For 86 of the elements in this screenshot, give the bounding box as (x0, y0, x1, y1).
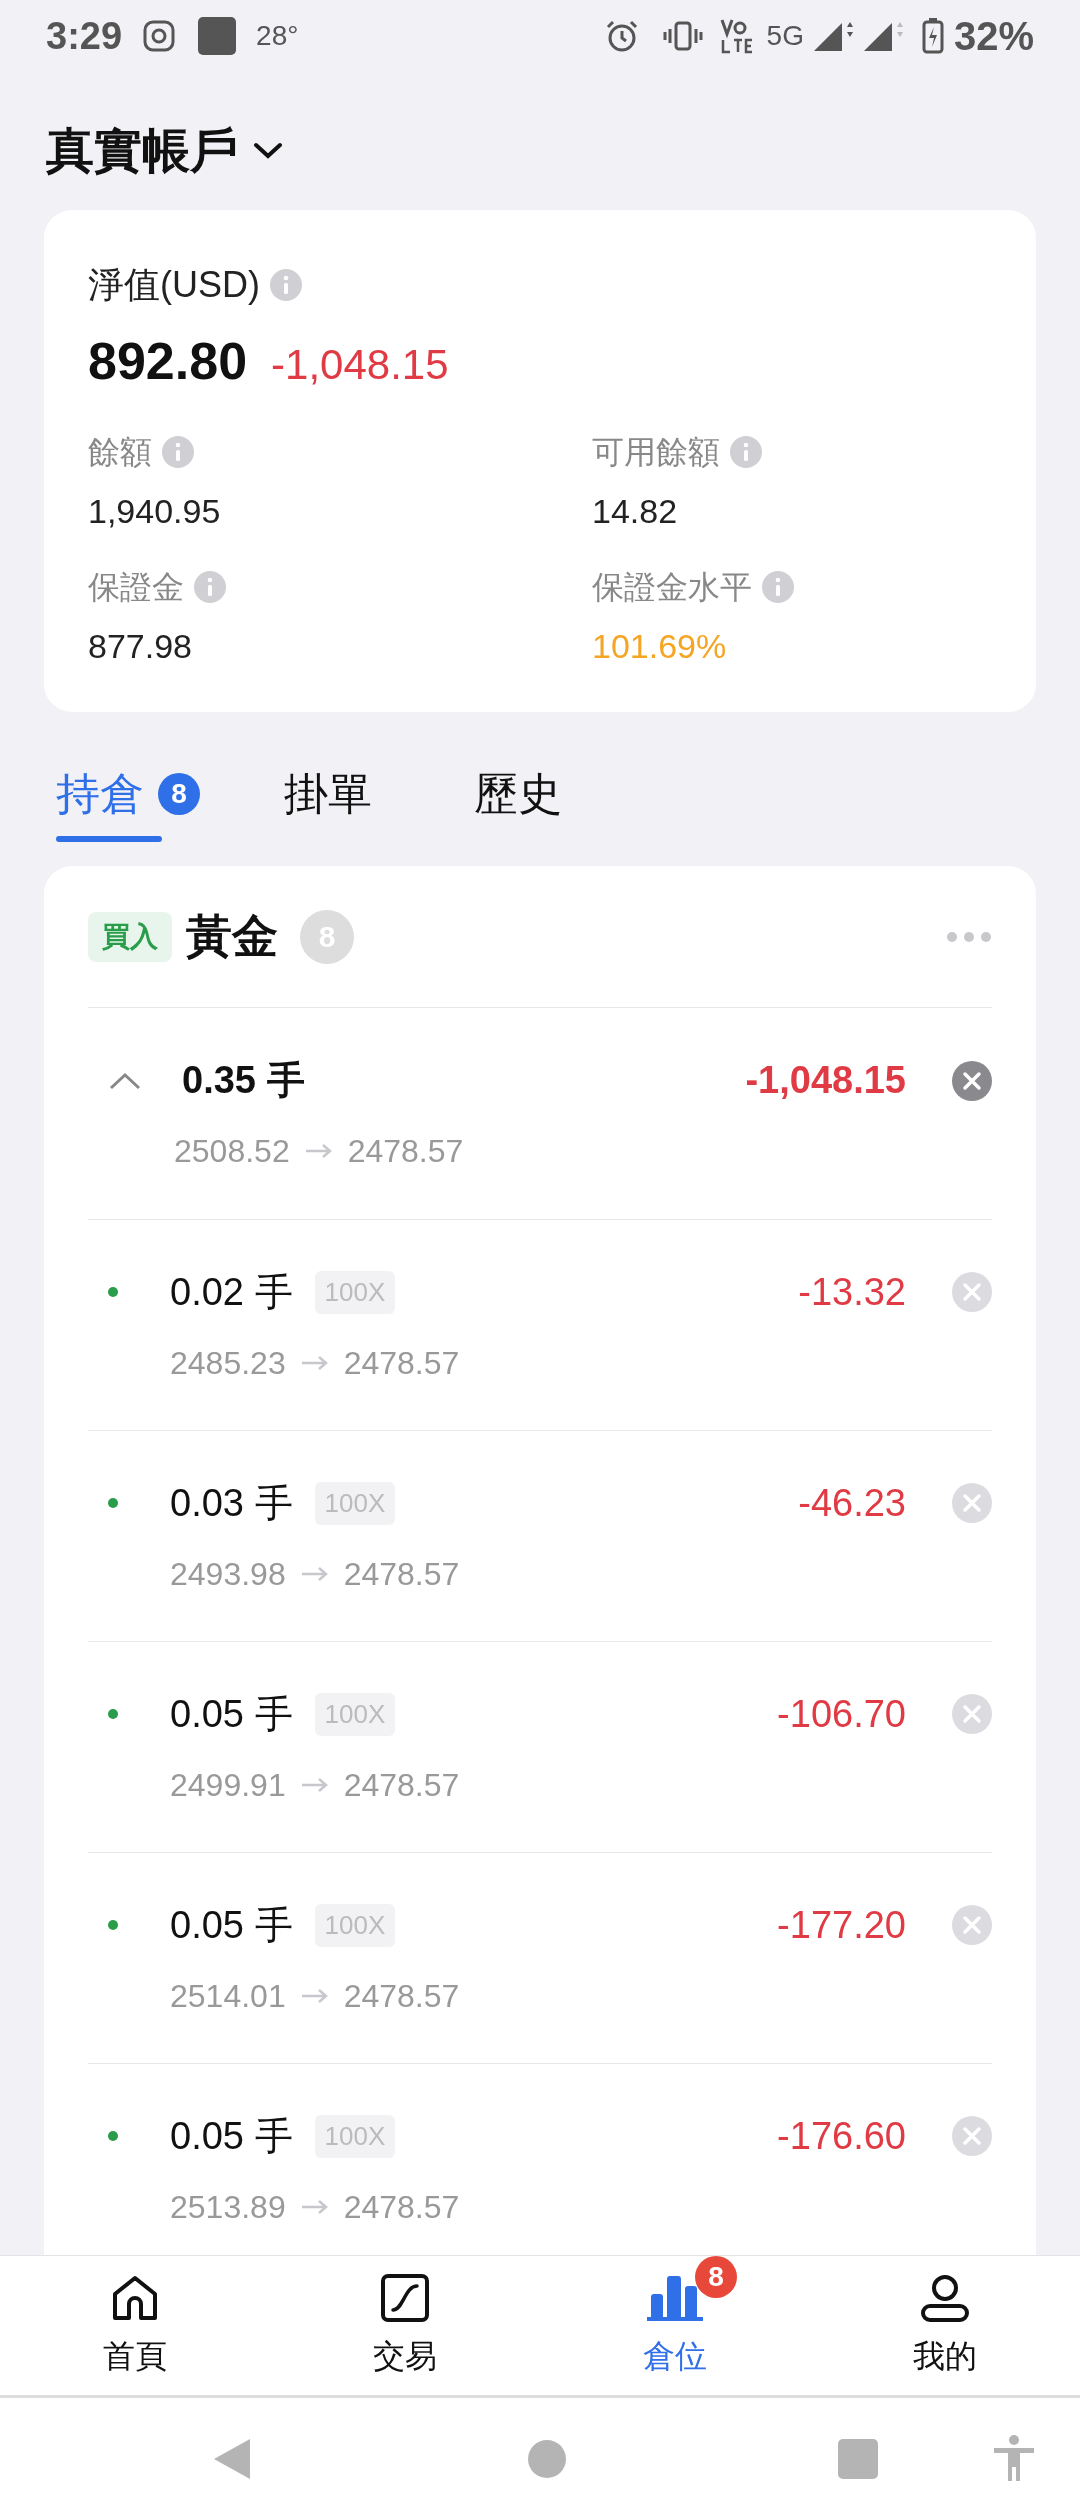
arrow-right-icon (299, 1776, 330, 1793)
open-price: 2493.98 (170, 1554, 286, 1594)
accessibility-icon[interactable] (992, 2435, 1036, 2483)
lot-size: 0.05 手 (170, 1691, 293, 1737)
pnl-value: -176.60 (777, 2113, 906, 2159)
info-icon[interactable] (730, 436, 762, 468)
info-icon[interactable] (162, 436, 194, 468)
info-icon[interactable] (270, 269, 302, 301)
arrow-right-icon (299, 2198, 330, 2215)
field-value: 877.98 (88, 626, 193, 667)
chart-icon (379, 2271, 431, 2324)
arrow-right-icon (303, 1143, 334, 1159)
equity-label: 淨值(USD) (88, 263, 260, 307)
open-price: 2499.91 (170, 1765, 286, 1805)
leverage-tag: 100X (314, 1692, 396, 1736)
lot-size: 0.35 手 (182, 1058, 305, 1103)
tab[interactable]: 歷史 (474, 764, 580, 852)
equity-value: 892.80 (88, 331, 248, 392)
alarm-icon (604, 19, 639, 53)
close-icon[interactable] (952, 2116, 992, 2156)
network-type: 5G (766, 19, 804, 53)
camera-icon (142, 19, 177, 53)
field-label: 保證金 (88, 568, 184, 607)
close-icon[interactable] (952, 1483, 992, 1523)
close-icon[interactable] (952, 1905, 992, 1945)
close-icon[interactable] (952, 1694, 992, 1734)
open-price: 2485.23 (170, 1343, 286, 1383)
arrow-right-icon (299, 1987, 330, 2004)
equity-pnl: -1,048.15 (271, 340, 449, 390)
square-icon (198, 17, 237, 55)
recents-button[interactable] (838, 2439, 878, 2479)
field-value: 14.82 (592, 491, 679, 532)
lot-size: 0.05 手 (170, 2113, 293, 2159)
pnl-value: -177.20 (777, 1902, 906, 1948)
current-price: 2478.57 (343, 1765, 460, 1805)
leverage-tag: 100X (314, 1270, 396, 1314)
chevron-down-icon[interactable] (252, 141, 284, 161)
home-button[interactable] (528, 2440, 566, 2478)
account-title: 真實帳戶 (46, 123, 238, 179)
current-price: 2478.57 (343, 1554, 460, 1594)
lot-size: 0.03 手 (170, 1480, 293, 1526)
symbol-name: 黃金 (186, 909, 278, 964)
field-label: 餘額 (88, 433, 152, 472)
leverage-tag: 100X (314, 1903, 396, 1947)
nav-badge: 8 (695, 2255, 737, 2298)
battery-percent: 32% (953, 13, 1034, 60)
open-price: 2508.52 (174, 1132, 290, 1171)
info-icon[interactable] (194, 571, 226, 603)
arrow-right-icon (299, 1565, 330, 1582)
tab[interactable]: 掛單 (284, 764, 390, 852)
current-price: 2478.57 (347, 1132, 464, 1171)
leverage-tag: 100X (314, 1481, 396, 1525)
field-value: 1,940.95 (88, 491, 222, 532)
field-label: 可用餘額 (592, 433, 720, 472)
leverage-tag: 100X (314, 2114, 396, 2158)
pnl-value: -1,048.15 (745, 1058, 906, 1103)
nav-item[interactable]: 8 倉位 (540, 2256, 810, 2395)
open-price: 2513.89 (170, 2187, 286, 2227)
pnl-value: -106.70 (777, 1691, 906, 1737)
lot-size: 0.02 手 (170, 1269, 293, 1315)
current-price: 2478.57 (343, 1976, 460, 2016)
field-value: 101.69% (592, 626, 728, 667)
chevron-up-icon[interactable] (108, 1070, 142, 1091)
status-temperature: 28° (256, 19, 299, 53)
close-icon[interactable] (952, 1060, 992, 1101)
more-icon[interactable] (946, 930, 992, 943)
nav-item[interactable]: 我的 (810, 2256, 1080, 2395)
back-icon[interactable] (212, 2437, 252, 2481)
info-icon[interactable] (762, 571, 794, 603)
battery-icon (921, 18, 944, 54)
close-icon[interactable] (952, 1272, 992, 1312)
lot-size: 0.05 手 (170, 1902, 293, 1948)
tab[interactable]: 持倉 8 (56, 764, 200, 852)
nav-item[interactable]: 交易 (270, 2256, 540, 2395)
pnl-value: -13.32 (798, 1269, 906, 1315)
current-price: 2478.57 (343, 1343, 460, 1383)
pnl-value: -46.23 (798, 1480, 906, 1526)
open-price: 2514.01 (170, 1976, 286, 2016)
side-tag: 買入 (88, 911, 172, 962)
status-time: 3:29 (46, 13, 123, 59)
vibrate-icon (662, 21, 703, 51)
nav-item[interactable]: 首頁 (0, 2256, 270, 2395)
arrow-right-icon (299, 1354, 330, 1371)
field-label: 保證金水平 (592, 568, 752, 607)
tab-badge: 8 (158, 773, 200, 815)
current-price: 2478.57 (343, 2187, 460, 2227)
